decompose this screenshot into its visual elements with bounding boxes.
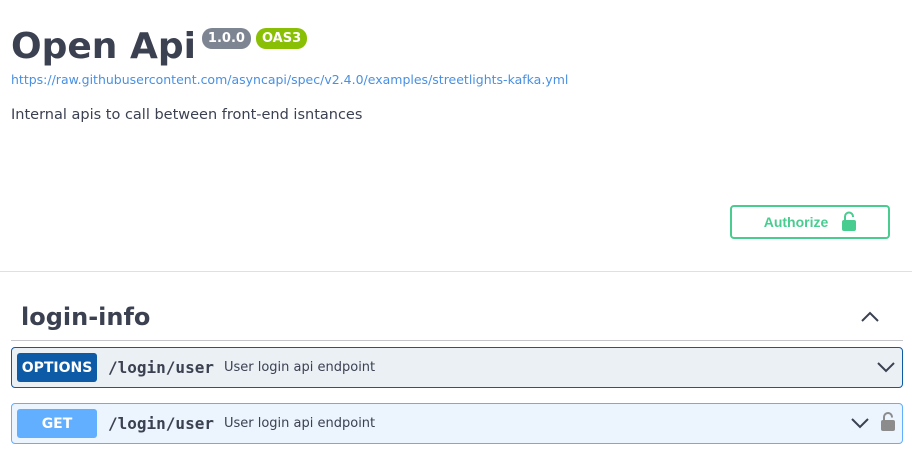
operation-summary: User login api endpoint	[223, 416, 376, 431]
tag-section-header[interactable]: login-info	[11, 294, 903, 341]
chevron-down-icon[interactable]	[851, 414, 869, 433]
tag-name: login-info	[21, 303, 151, 331]
chevron-down-icon[interactable]	[877, 358, 895, 377]
page-title: Open Api	[11, 26, 196, 67]
title-row: Open Api 1.0.0 OAS3	[11, 24, 912, 70]
authorize-label: Authorize	[763, 214, 829, 230]
operation-options-login-user[interactable]: OPTIONS /login/user User login api endpo…	[11, 347, 903, 388]
spec-url-link[interactable]: https://raw.githubusercontent.com/asynca…	[11, 72, 912, 87]
operation-path: /login/user	[108, 414, 214, 433]
operation-controls	[877, 358, 895, 377]
unlocked-lock-icon	[842, 211, 857, 234]
operation-summary: User login api endpoint	[223, 360, 376, 375]
oas-badge: OAS3	[255, 28, 308, 49]
operation-controls	[851, 412, 895, 435]
method-badge: OPTIONS	[17, 353, 97, 382]
api-info: Open Api 1.0.0 OAS3 https://raw.githubus…	[11, 24, 912, 87]
operation-path: /login/user	[108, 358, 214, 377]
unlocked-lock-icon[interactable]	[881, 412, 895, 435]
operation-get-login-user[interactable]: GET /login/user User login api endpoint	[11, 403, 903, 444]
chevron-up-icon[interactable]	[861, 311, 879, 323]
header-divider	[0, 271, 912, 272]
method-badge: GET	[17, 409, 97, 438]
api-description: Internal apis to call between front-end …	[11, 107, 363, 123]
authorize-button[interactable]: Authorize	[730, 205, 890, 239]
version-badge: 1.0.0	[201, 28, 251, 49]
